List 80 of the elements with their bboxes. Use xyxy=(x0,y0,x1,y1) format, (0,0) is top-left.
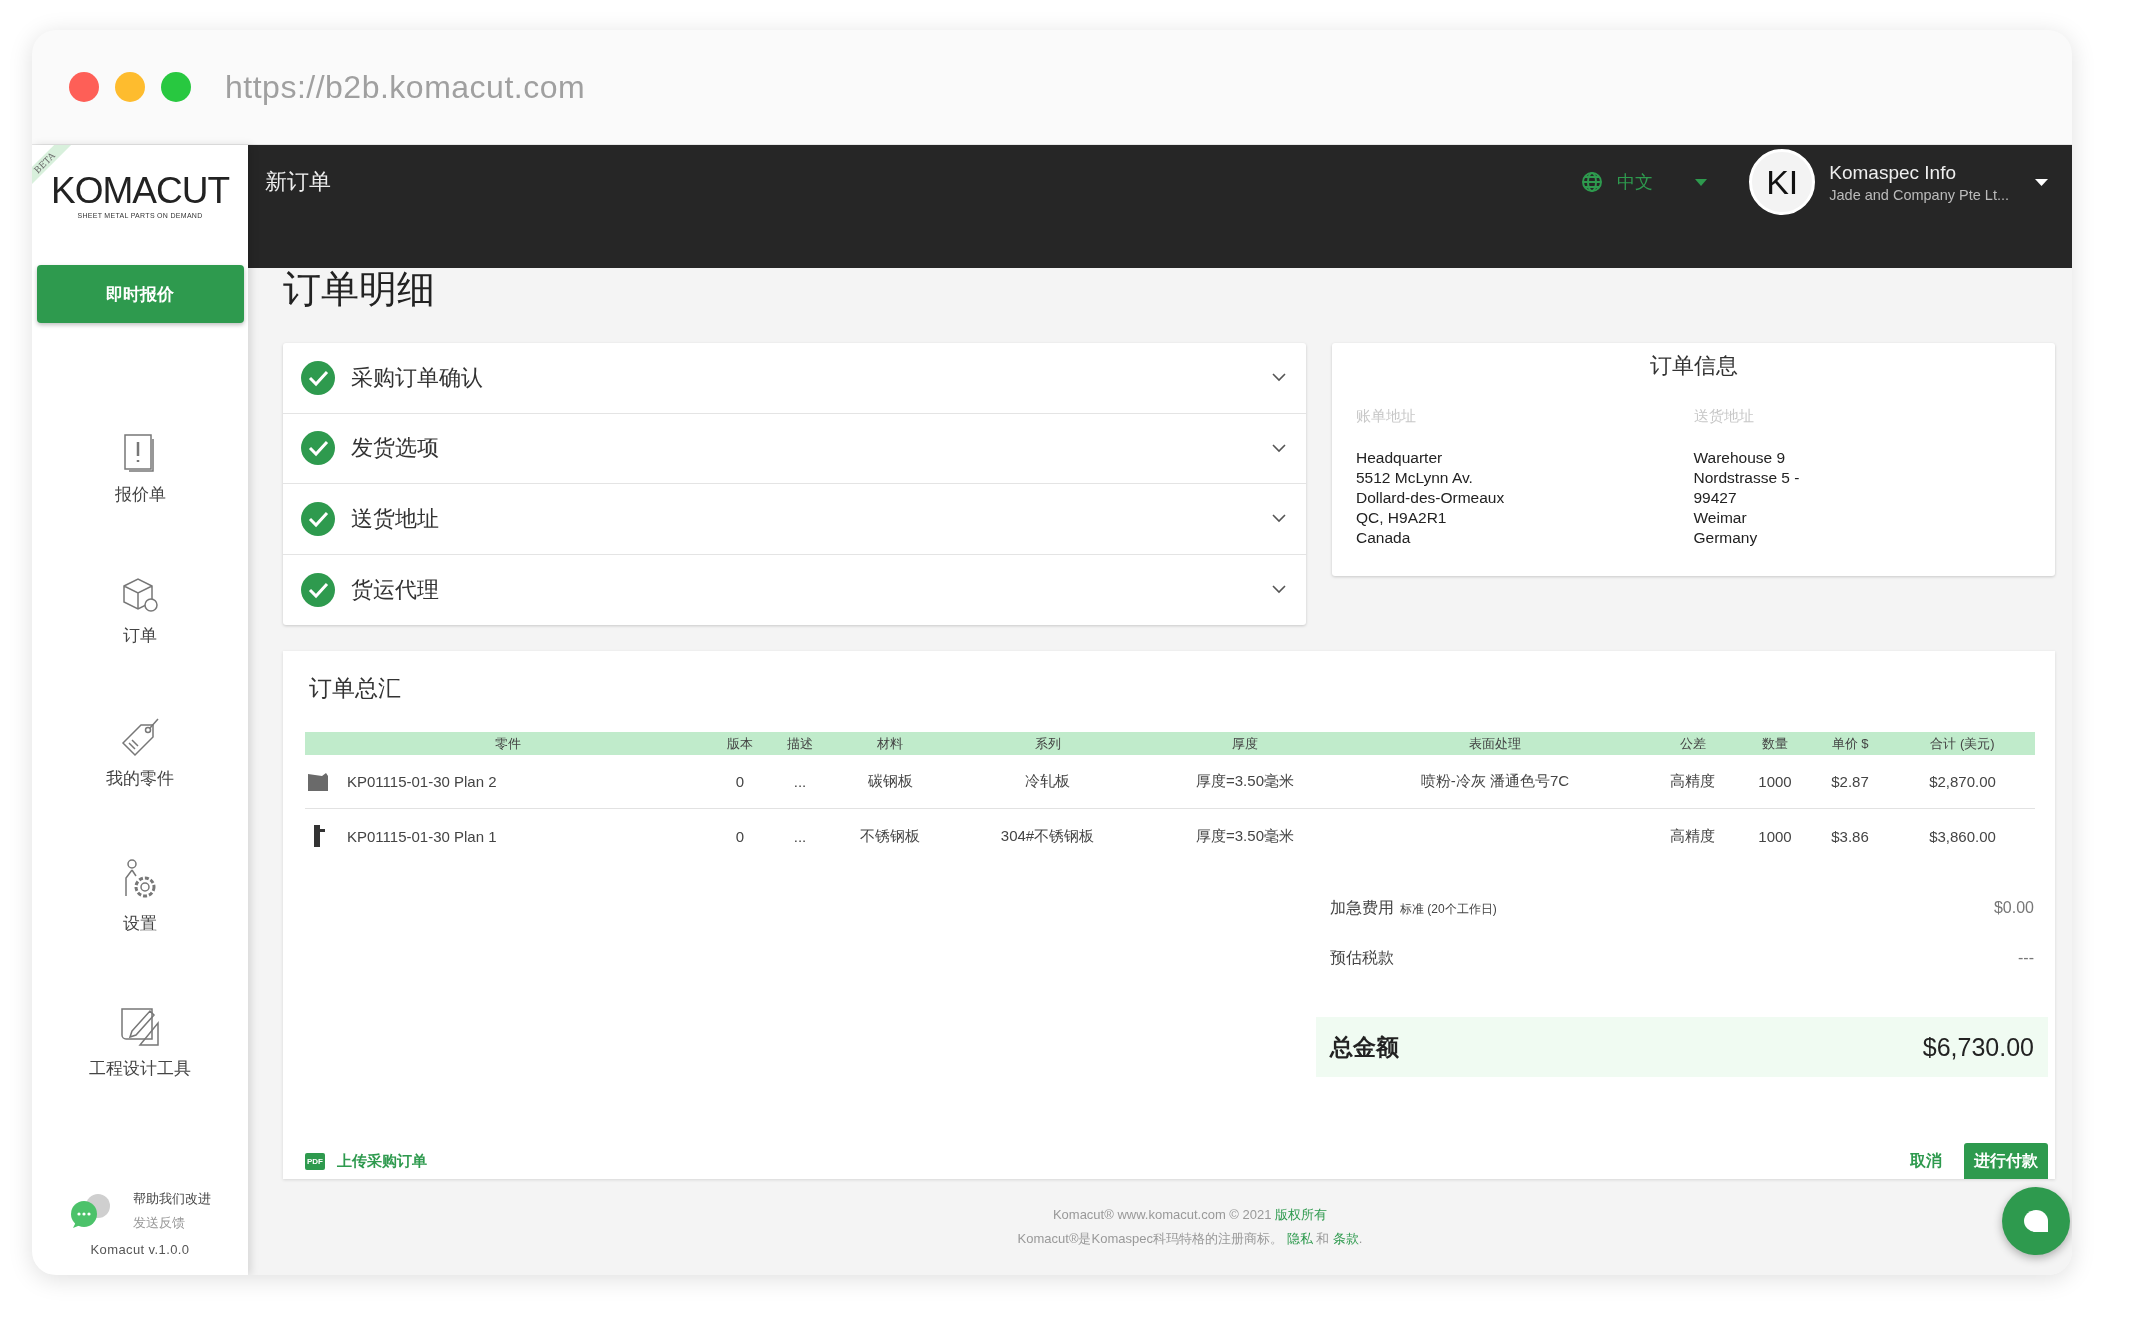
chat-button[interactable] xyxy=(2002,1187,2070,1255)
pay-button[interactable]: 进行付款 xyxy=(1964,1143,2048,1179)
chevron-icon[interactable] xyxy=(1272,585,1286,595)
page-title: 订单明细 xyxy=(283,268,436,312)
chevron-icon[interactable] xyxy=(1272,373,1286,383)
part-name[interactable]: KP01115-01-30 Plan 1 xyxy=(347,827,497,845)
chat-icon xyxy=(2023,1209,2049,1233)
table-cell-text: 1000 xyxy=(1757,773,1793,790)
card-title: 订单信息 xyxy=(1648,352,1739,380)
table-cell-text: 304#不锈钢板 xyxy=(999,826,1096,846)
column-header: 数量 xyxy=(1761,734,1789,753)
table-cell-text: 喷粉-冷灰 潘通色号7C xyxy=(1419,772,1571,791)
fee-value: $0.00 xyxy=(1993,899,2034,917)
column-header: 合计 (美元) xyxy=(1929,734,1996,753)
nav-item-label[interactable]: 订单 xyxy=(123,624,157,647)
feedback-prompt: 帮助我们改进 xyxy=(133,1190,211,1208)
chevron-icon[interactable] xyxy=(1272,514,1286,524)
column-header: 公差 xyxy=(1678,734,1707,753)
part-name[interactable]: KP01115-01-30 Plan 2 xyxy=(347,773,497,790)
total-label: 总金额 xyxy=(1330,1032,1399,1062)
caret-icon xyxy=(1695,178,1708,186)
column-header: 零件 xyxy=(493,734,522,753)
nav-item-label[interactable]: 工程设计工具 xyxy=(89,1057,191,1080)
table-cell-text: $2.87 xyxy=(1830,773,1870,790)
column-header: 版本 xyxy=(726,734,754,753)
header-title: 新订单 xyxy=(265,168,331,196)
step-title[interactable]: 发货选项 xyxy=(351,433,439,464)
table-cell-text: 厚度=3.50毫米 xyxy=(1195,772,1295,791)
user-avatar[interactable]: KI xyxy=(1749,149,1816,215)
column-header: 厚度 xyxy=(1231,734,1259,753)
footer-text: Komacut®是Komaspec科玛特格的注册商标。 隐私 和 条款. xyxy=(1017,1230,1363,1248)
total-value: $6,730.00 xyxy=(1922,1032,2034,1062)
column-header: 系列 xyxy=(1033,734,1062,753)
table-cell-text: 高精度 xyxy=(1669,772,1716,791)
step-title[interactable]: 采购订单确认 xyxy=(351,362,483,393)
column-header: 描述 xyxy=(786,734,814,753)
upload-po-link[interactable]: PDF 上传采购订单 xyxy=(305,1151,427,1171)
pdf-icon: PDF xyxy=(305,1152,325,1170)
user-name: Komaspec Info xyxy=(1829,161,1957,184)
globe-icon xyxy=(1581,171,1604,193)
table-cell-text: 1000 xyxy=(1757,827,1793,845)
table-cell-text: 高精度 xyxy=(1669,826,1716,846)
table-cell-text: 0 xyxy=(734,827,746,845)
caret-icon[interactable] xyxy=(2035,178,2048,186)
fee-value: --- xyxy=(2018,949,2034,967)
language-selector[interactable]: 中文 xyxy=(1575,169,1714,195)
column-header: 材料 xyxy=(876,734,904,753)
nav-item-label[interactable]: 设置 xyxy=(123,912,157,935)
instant-quote-button[interactable]: 即时报价 xyxy=(36,265,244,323)
table-cell-text: ... xyxy=(792,773,808,790)
table-cell-text: ... xyxy=(792,827,808,845)
company-name: Jade and Company Pte Lt... xyxy=(1829,186,2009,203)
table-cell-text: 0 xyxy=(734,773,746,790)
close-window-button[interactable] xyxy=(69,72,99,102)
version-label: Komacut v.1.0.0 xyxy=(90,1242,190,1257)
nav-item-label[interactable]: 报价单 xyxy=(114,483,166,506)
step-title[interactable]: 送货地址 xyxy=(351,503,439,534)
footer-text: Komacut® www.komacut.com © 2021 版权所有 xyxy=(1052,1206,1328,1224)
chevron-icon[interactable] xyxy=(1272,443,1286,453)
table-cell-text: $2,870.00 xyxy=(1928,773,1997,790)
table-cell-text: 厚度=3.50毫米 xyxy=(1195,826,1295,846)
table-cell-text: 碳钢板 xyxy=(866,772,914,791)
fee-label: 预估税款 xyxy=(1330,947,1394,968)
column-header: 表面处理 xyxy=(1468,734,1522,753)
part-thumbnail-icon xyxy=(307,771,331,792)
table-cell-text: $3.86 xyxy=(1830,827,1870,845)
step-title[interactable]: 货运代理 xyxy=(351,574,439,605)
fee-label: 加急费用 标准 (20个工作日) xyxy=(1330,897,1497,918)
card-title: 订单总汇 xyxy=(309,674,402,703)
cancel-button[interactable]: 取消 xyxy=(1904,1149,1948,1173)
table-cell-text: 不锈钢板 xyxy=(859,826,921,846)
column-header: 单价 $ xyxy=(1830,734,1870,753)
part-thumbnail-icon xyxy=(312,825,326,847)
logo-wordmark: KOMACUT xyxy=(51,171,229,209)
table-cell-text: $3,860.00 xyxy=(1928,827,1997,845)
address-text: Warehouse 9 Nordstrasse 5 - 99427 Weimar Germany xyxy=(1693,448,1801,548)
nav-item-label[interactable]: 我的零件 xyxy=(106,767,174,790)
address-text: Headquarter 5512 McLynn Av. Dollard-des-Ormeaux QC, H9A2R1 Canada xyxy=(1356,448,1506,548)
table-cell-text: 冷轧板 xyxy=(1024,772,1071,791)
document-icon xyxy=(123,433,157,473)
